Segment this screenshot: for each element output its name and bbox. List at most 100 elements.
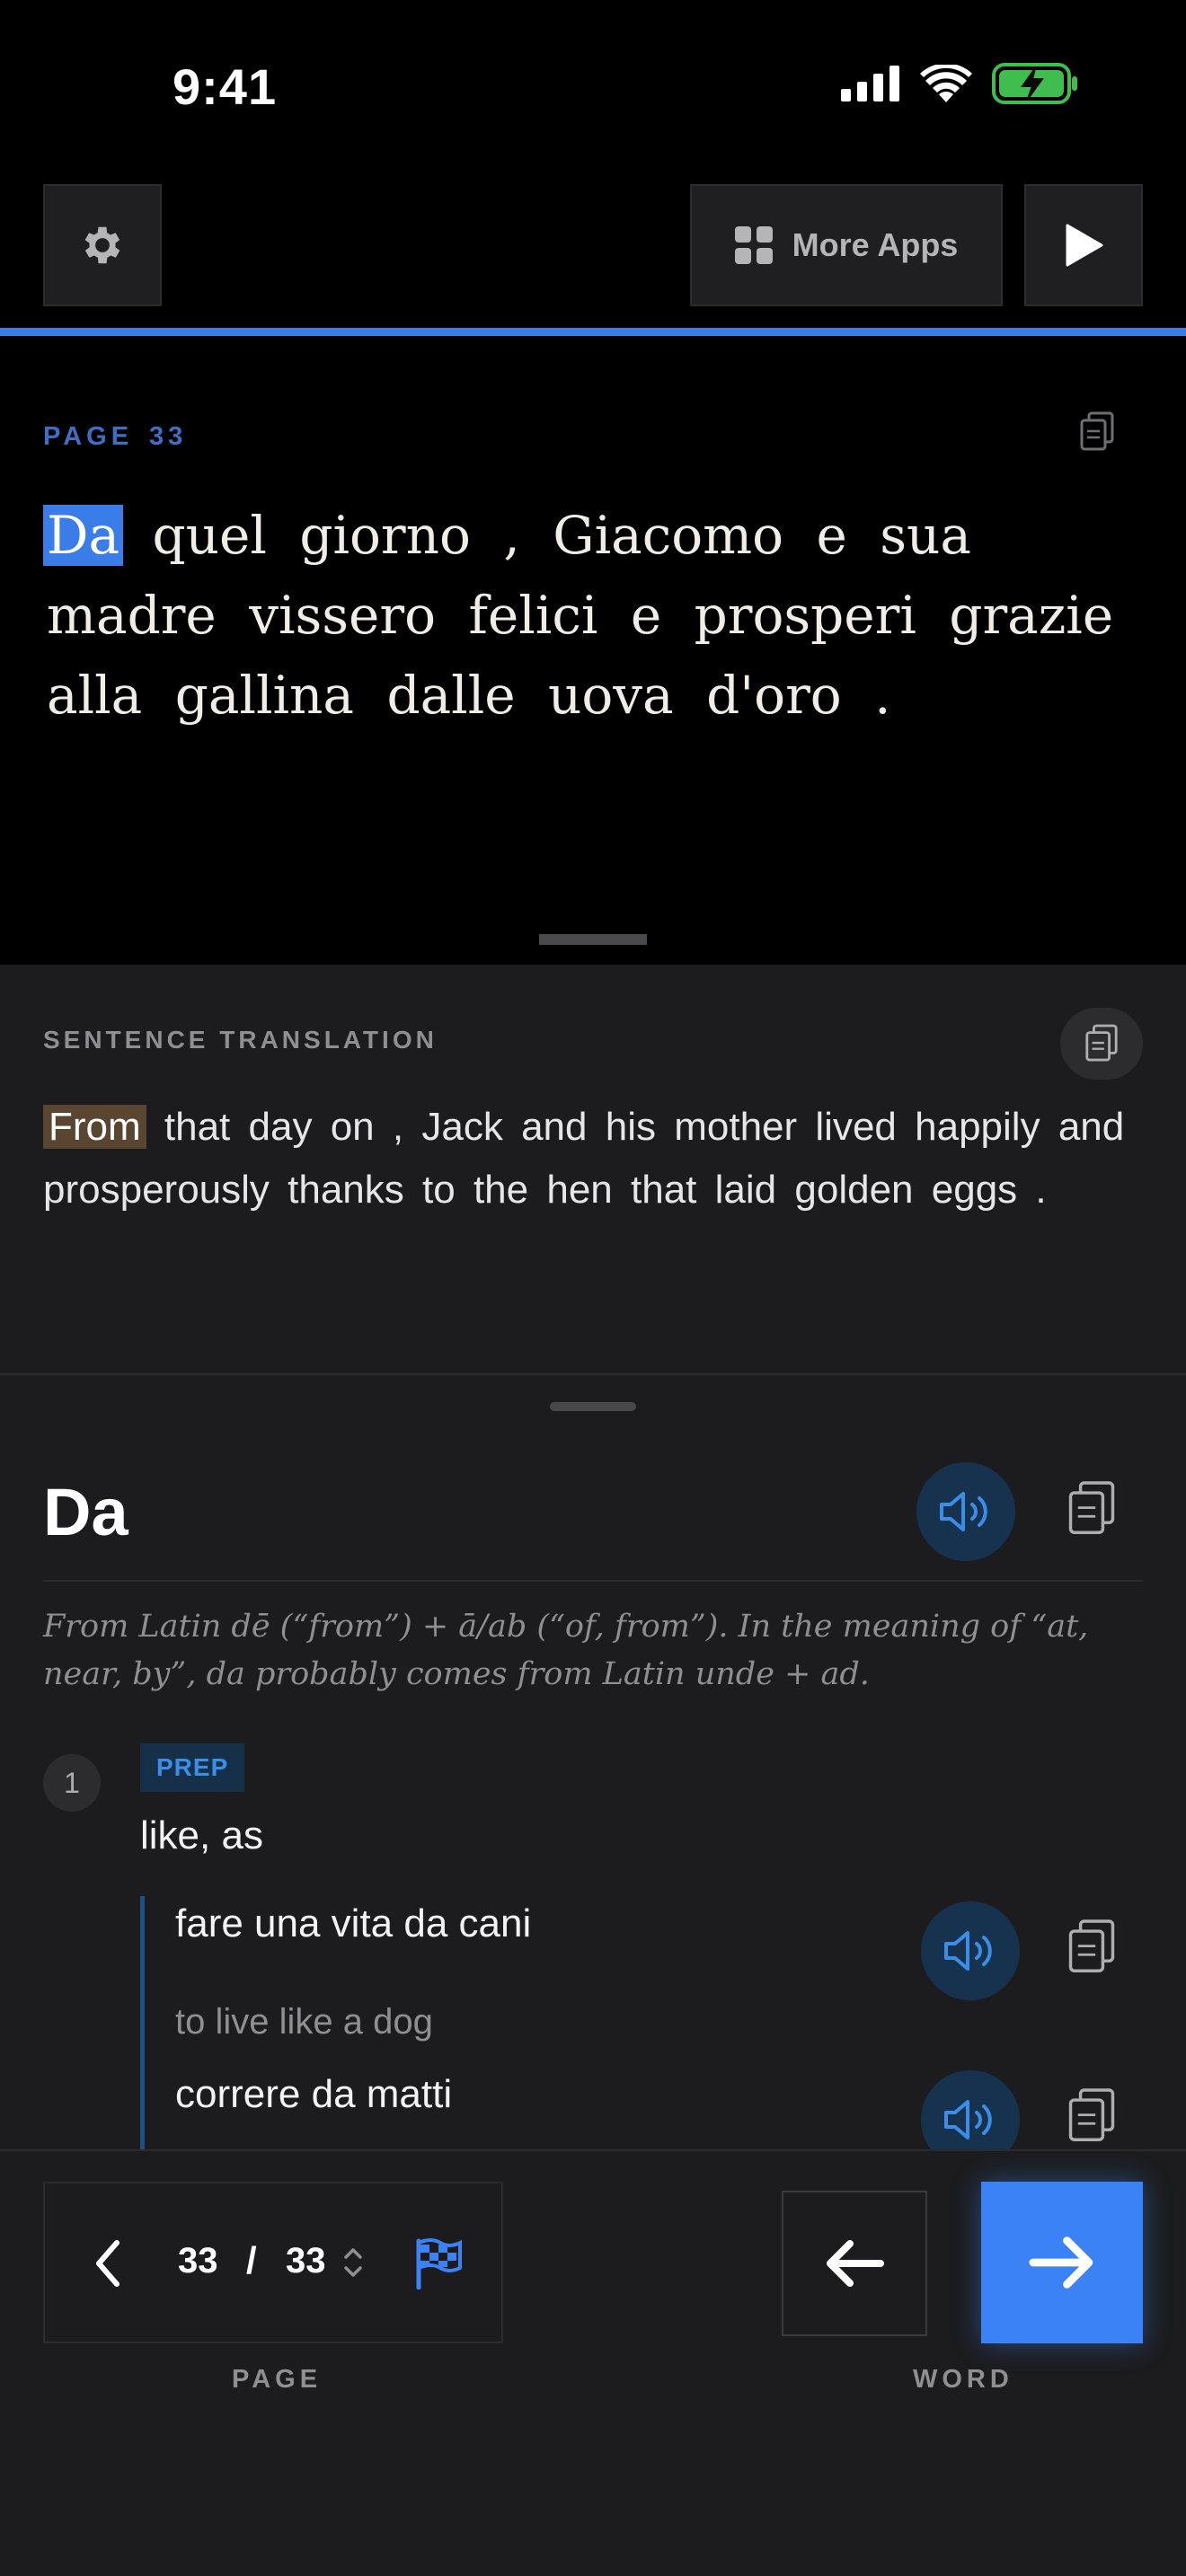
word-token[interactable]: gallina [172, 665, 358, 726]
translation-word[interactable]: on [331, 1105, 375, 1149]
current-page[interactable]: 33 [178, 2241, 218, 2281]
arrow-right-icon [1029, 2236, 1093, 2289]
total-pages[interactable]: 33 [286, 2241, 326, 2281]
grid-icon [734, 226, 773, 264]
play-button[interactable] [1024, 184, 1143, 306]
wifi-icon [920, 65, 972, 102]
translation-word-selected[interactable]: From [43, 1105, 146, 1149]
top-toolbar: More Apps [0, 184, 1186, 310]
copy-sentence-button[interactable] [1078, 411, 1116, 457]
word-token[interactable]: felici [465, 585, 601, 646]
copy-translation-button[interactable] [1060, 1008, 1143, 1080]
page-label: PAGE [43, 422, 134, 451]
word-nav-label: WORD [913, 2365, 1013, 2394]
status-bar: 9:41 [0, 0, 1186, 171]
page-number: 33 [149, 422, 188, 451]
pane-resize-handle[interactable] [539, 934, 647, 945]
etymology: From Latin dē (“from”) + ā/ab (“of, from… [43, 1609, 1089, 1692]
translation-word[interactable]: thanks [288, 1168, 404, 1212]
copy-icon [1080, 411, 1114, 451]
translation-word[interactable]: , [393, 1105, 403, 1149]
speaker-icon [940, 1492, 987, 1531]
copy-icon [1068, 1481, 1115, 1534]
word-token[interactable]: Giacomo [549, 505, 787, 566]
word-token[interactable]: d'oro [703, 665, 845, 726]
translation-word[interactable]: hen [546, 1168, 612, 1212]
status-icons [841, 63, 1078, 104]
translation-word[interactable]: his [606, 1105, 656, 1149]
page-picker-stepper[interactable] [341, 2243, 365, 2287]
translation-word[interactable]: happily [915, 1105, 1040, 1149]
page-separator: / [246, 2239, 257, 2281]
word-token[interactable]: giorno [296, 505, 474, 566]
headword: Da [43, 1475, 128, 1549]
word-token[interactable]: uova [544, 665, 677, 726]
word-token[interactable]: sua [876, 505, 975, 566]
dictionary-panel: Da From Latin dē (“from”) + ā/ab (“of, f… [0, 1373, 1186, 2149]
translation-word[interactable]: Jack [421, 1105, 502, 1149]
word-token[interactable]: , [500, 505, 523, 566]
translation-word[interactable]: to [422, 1168, 456, 1212]
battery-charging-icon [992, 63, 1077, 104]
status-time: 9:41 [173, 58, 278, 115]
copy-icon [1085, 1024, 1118, 1062]
arrow-left-icon [827, 2240, 884, 2287]
copy-example-button[interactable] [1066, 1918, 1118, 1981]
speaker-icon [944, 2100, 992, 2139]
word-token[interactable]: vissero [245, 585, 439, 646]
translation-word[interactable]: the [474, 1168, 528, 1212]
copy-headword-button[interactable] [1066, 1479, 1118, 1543]
copy-icon [1068, 2088, 1115, 2141]
word-token[interactable]: dalle [383, 665, 518, 726]
previous-word-button[interactable] [782, 2191, 927, 2336]
part-of-speech-badge: PREP [140, 1743, 245, 1792]
next-word-button[interactable] [981, 2182, 1143, 2343]
translation-word[interactable]: mother [674, 1105, 797, 1149]
translation-word[interactable]: prosperously [43, 1168, 270, 1212]
page-indicator: PAGE 33 [43, 422, 187, 452]
speaker-icon [944, 1931, 992, 1971]
settings-button[interactable] [43, 184, 162, 306]
chevron-up-down-icon [344, 2248, 362, 2277]
play-icon [1066, 224, 1103, 267]
sheet-drag-handle[interactable] [550, 1402, 636, 1411]
translation-word[interactable]: and [1058, 1105, 1124, 1149]
copy-example-button[interactable] [1066, 2086, 1118, 2149]
translation-word[interactable]: day [249, 1105, 313, 1149]
previous-page-button[interactable] [90, 2237, 126, 2294]
page-navigator: 33 / 33 [43, 2182, 503, 2343]
translation-word[interactable]: laid [715, 1168, 777, 1212]
example-translation: to live like a dog [175, 2002, 433, 2042]
translation-word[interactable]: that [164, 1105, 230, 1149]
copy-icon [1068, 1919, 1115, 1972]
translation-word[interactable]: eggs [932, 1168, 1017, 1212]
gear-icon [84, 226, 120, 264]
word-token[interactable]: grazie [945, 585, 1117, 646]
more-apps-label: More Apps [792, 226, 959, 263]
word-token[interactable]: e [812, 505, 850, 566]
sense-number: 1 [43, 1754, 101, 1812]
translation-word[interactable]: and [521, 1105, 587, 1149]
word-token[interactable]: madre [43, 585, 220, 646]
last-page-button[interactable] [413, 2237, 464, 2294]
word-token[interactable]: . [871, 665, 894, 726]
bottom-navigation-bar: 33 / 33 PAGE WORD [0, 2149, 1186, 2576]
word-token[interactable]: quel [149, 505, 270, 566]
translation-sentence: From that day on , Jack and his mother l… [43, 1096, 1157, 1222]
reading-progress-bar [0, 328, 1186, 336]
translation-word[interactable]: . [1035, 1168, 1046, 1212]
word-token-selected[interactable]: Da [43, 505, 124, 566]
word-token[interactable]: prosperi [691, 585, 920, 646]
pronounce-headword-button[interactable] [916, 1462, 1015, 1561]
checkered-flag-icon [416, 2238, 462, 2290]
translation-word[interactable]: that [631, 1168, 696, 1212]
translation-label: SENTENCE TRANSLATION [43, 1026, 438, 1054]
pronounce-example-button[interactable] [921, 1901, 1020, 2000]
signal-icon [841, 66, 899, 101]
chevron-left-icon [96, 2240, 119, 2287]
more-apps-button[interactable]: More Apps [690, 184, 1003, 306]
translation-word[interactable]: lived [815, 1105, 897, 1149]
word-token[interactable]: e [627, 585, 665, 646]
word-token[interactable]: alla [43, 665, 146, 726]
translation-word[interactable]: golden [794, 1168, 913, 1212]
